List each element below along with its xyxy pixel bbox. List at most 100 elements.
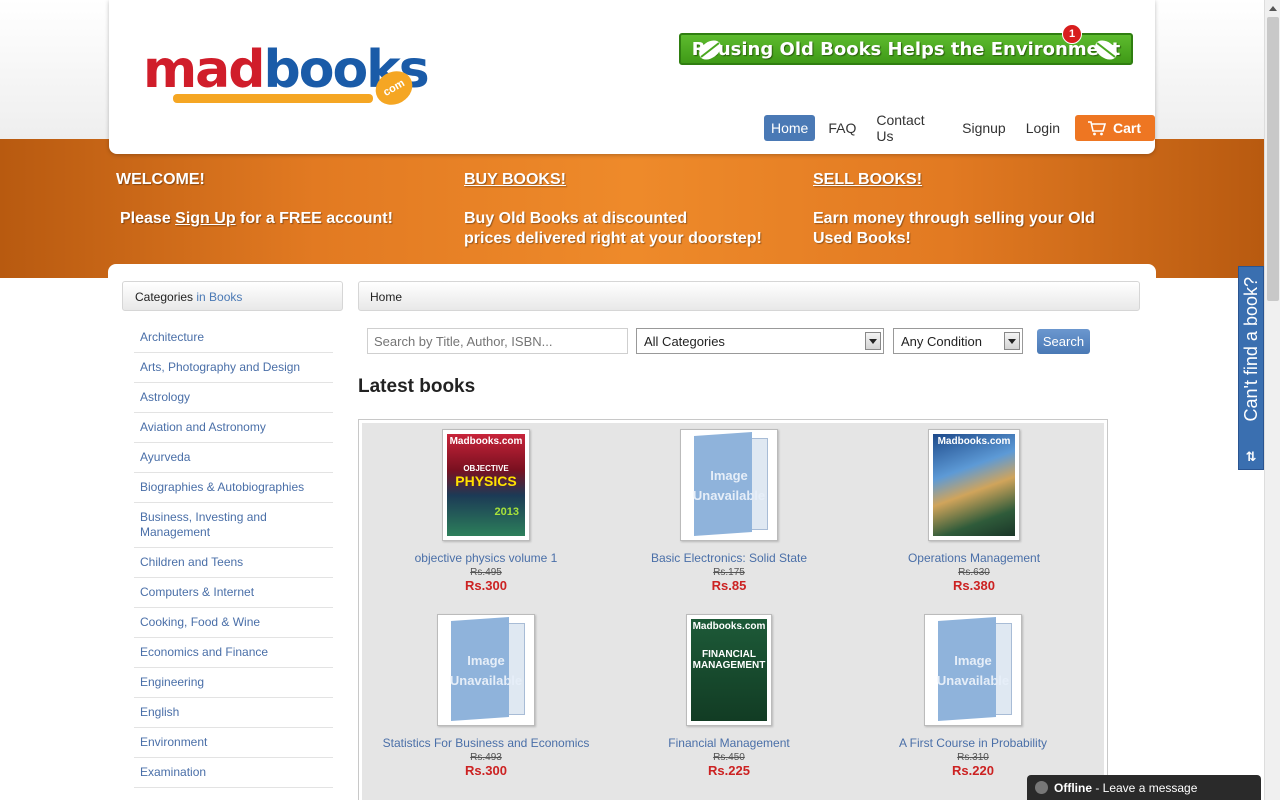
book-old-price: Rs.495: [470, 567, 502, 578]
sell-books-text: Earn money through selling your Old Used …: [813, 210, 1095, 247]
category-link[interactable]: Ayurveda: [134, 443, 333, 473]
signup-link[interactable]: Sign Up: [175, 210, 235, 227]
search-input[interactable]: [367, 328, 628, 354]
book-price: Rs.225: [708, 763, 750, 778]
cover-watermark: Madbooks.com: [692, 621, 766, 632]
scroll-thumb[interactable]: [1267, 17, 1279, 301]
site-logo[interactable]: madbooks com: [143, 44, 430, 114]
image-unavailable-icon: Image Unavailable: [443, 616, 529, 722]
latest-books-title: Latest books: [358, 376, 476, 397]
buy-books-heading[interactable]: BUY BOOKS!: [464, 171, 762, 189]
book-title[interactable]: Basic Electronics: Solid State: [609, 551, 849, 565]
category-select-value: All Categories: [644, 334, 725, 349]
sort-arrows-icon: ⇅: [1245, 449, 1257, 464]
categories-list: Architecture Arts, Photography and Desig…: [134, 323, 333, 788]
image-unavailable-icon: Image Unavailable: [686, 431, 772, 537]
category-link[interactable]: Cooking, Food & Wine: [134, 608, 333, 638]
book-cover[interactable]: Image Unavailable: [680, 429, 778, 541]
category-link[interactable]: Environment: [134, 728, 333, 758]
welcome-text: Please Sign Up for a FREE account!: [120, 210, 393, 227]
cover-title: OBJECTIVE PHYSICS: [455, 464, 517, 489]
book-title[interactable]: Statistics For Business and Economics: [366, 736, 606, 750]
book-old-price: Rs.630: [958, 567, 990, 578]
buy-books-text: Buy Old Books at discounted prices delive…: [464, 210, 762, 247]
book-card[interactable]: Madbooks.com Operations Management Rs.63…: [854, 429, 1094, 593]
category-select[interactable]: All Categories: [636, 328, 884, 354]
chevron-down-icon: [865, 332, 881, 350]
header: madbooks com Reusing Old Books Helps the…: [109, 0, 1155, 154]
category-link[interactable]: Arts, Photography and Design: [134, 353, 333, 383]
cover-watermark: Madbooks.com: [449, 436, 523, 447]
category-link[interactable]: Examination: [134, 758, 333, 788]
category-link[interactable]: Aviation and Astronomy: [134, 413, 333, 443]
sell-books-column: SELL BOOKS! Earn money through selling y…: [813, 171, 1095, 249]
chat-widget[interactable]: Offline - Leave a message: [1027, 775, 1261, 800]
search-button[interactable]: Search: [1037, 329, 1090, 354]
chat-status: Offline: [1054, 780, 1092, 795]
book-title[interactable]: Operations Management: [854, 551, 1094, 565]
category-link[interactable]: Architecture: [134, 323, 333, 353]
category-link[interactable]: Biographies & Autobiographies: [134, 473, 333, 503]
notification-badge: 1: [1062, 24, 1082, 44]
chevron-down-icon: [1004, 332, 1020, 350]
nav-login[interactable]: Login: [1019, 115, 1067, 141]
welcome-heading: WELCOME!: [116, 171, 205, 188]
book-cover[interactable]: Madbooks.com OBJECTIVE PHYSICS 2013: [442, 429, 530, 541]
cart-icon: [1087, 121, 1107, 136]
book-old-price: Rs.493: [470, 752, 502, 763]
nav-signup[interactable]: Signup: [955, 115, 1013, 141]
book-price: Rs.300: [465, 763, 507, 778]
category-link[interactable]: English: [134, 698, 333, 728]
main-nav: Home FAQ Contact Us Signup Login Cart: [764, 107, 1155, 149]
leaf-icon: [699, 40, 721, 60]
cant-find-book-label: Can't find a book?: [1240, 277, 1261, 422]
cart-button[interactable]: Cart: [1074, 115, 1155, 141]
logo-pencil-icon: [173, 94, 373, 103]
condition-select[interactable]: Any Condition: [893, 328, 1023, 354]
breadcrumb: Home: [358, 281, 1140, 311]
category-link[interactable]: Business, Investing and Management: [134, 503, 333, 548]
scroll-up-icon[interactable]: [1265, 0, 1280, 16]
leaf-icon: [1095, 40, 1117, 60]
cant-find-book-tab[interactable]: Can't find a book? ⇅: [1238, 266, 1264, 470]
category-link[interactable]: Engineering: [134, 668, 333, 698]
sell-books-heading[interactable]: SELL BOOKS!: [813, 171, 1095, 189]
book-price: Rs.380: [953, 578, 995, 593]
cover-watermark: Madbooks.com: [937, 436, 1011, 447]
chat-message: - Leave a message: [1092, 780, 1198, 795]
categories-header: Categories in Books: [122, 281, 343, 311]
image-unavailable-icon: Image Unavailable: [930, 616, 1016, 722]
cart-label: Cart: [1112, 120, 1141, 136]
book-price: Rs.85: [711, 578, 747, 593]
book-cover[interactable]: Madbooks.com: [928, 429, 1020, 541]
category-link[interactable]: Astrology: [134, 383, 333, 413]
chat-status-icon: [1035, 781, 1048, 794]
nav-faq[interactable]: FAQ: [821, 115, 863, 141]
nav-home[interactable]: Home: [764, 115, 816, 141]
welcome-column: WELCOME! Please Sign Up for a FREE accou…: [116, 171, 393, 229]
cover-title: FINANCIAL MANAGEMENT: [692, 649, 766, 671]
book-card[interactable]: Madbooks.com FINANCIAL MANAGEMENT Financi…: [609, 614, 849, 778]
book-cover[interactable]: Image Unavailable: [437, 614, 535, 726]
condition-select-value: Any Condition: [901, 334, 982, 349]
book-title[interactable]: objective physics volume 1: [366, 551, 606, 565]
book-card[interactable]: Image Unavailable A First Course in Proba…: [853, 614, 1093, 778]
book-old-price: Rs.450: [713, 752, 745, 763]
nav-contact[interactable]: Contact Us: [869, 107, 949, 149]
category-link[interactable]: Computers & Internet: [134, 578, 333, 608]
book-card[interactable]: Image Unavailable Statistics For Business…: [366, 614, 606, 778]
book-old-price: Rs.310: [957, 752, 989, 763]
book-title[interactable]: A First Course in Probability: [853, 736, 1093, 750]
eco-banner-text: Reusing Old Books Helps the Environment: [691, 38, 1121, 60]
buy-books-column: BUY BOOKS! Buy Old Books at discounted pr…: [464, 171, 762, 249]
breadcrumb-home[interactable]: Home: [370, 290, 402, 304]
page-scrollbar[interactable]: [1264, 0, 1280, 800]
book-title[interactable]: Financial Management: [609, 736, 849, 750]
book-cover[interactable]: Image Unavailable: [924, 614, 1022, 726]
category-link[interactable]: Economics and Finance: [134, 638, 333, 668]
book-price: Rs.300: [465, 578, 507, 593]
book-card[interactable]: Image Unavailable Basic Electronics: Soli…: [609, 429, 849, 593]
category-link[interactable]: Children and Teens: [134, 548, 333, 578]
book-cover[interactable]: Madbooks.com FINANCIAL MANAGEMENT: [686, 614, 772, 726]
book-card[interactable]: Madbooks.com OBJECTIVE PHYSICS 2013 objec…: [366, 429, 606, 593]
